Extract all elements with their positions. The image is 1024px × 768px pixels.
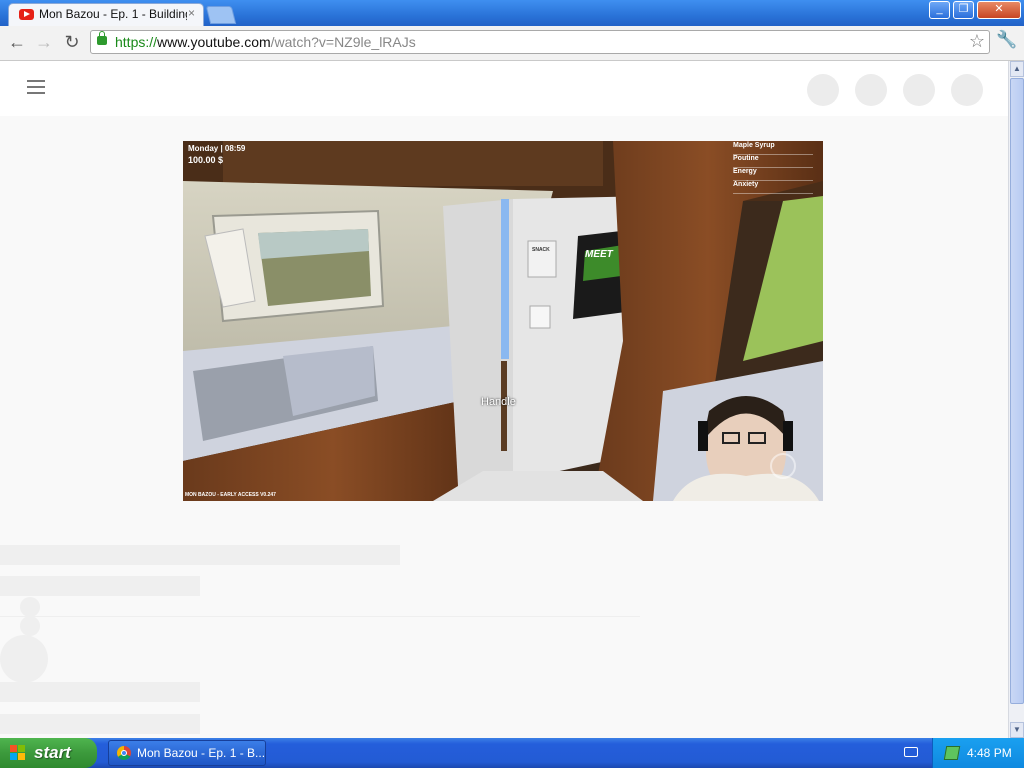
divider-skeleton bbox=[0, 616, 640, 617]
page-viewport: Monday | 08:59 100.00 $ Maple Syrup Pout… bbox=[0, 61, 1008, 738]
youtube-header bbox=[0, 61, 1008, 116]
start-button[interactable]: start bbox=[0, 738, 97, 768]
hud-money: 100.00 $ bbox=[188, 155, 224, 165]
tab-close-icon[interactable]: × bbox=[188, 6, 195, 20]
hud-stat: Anxiety bbox=[733, 181, 813, 194]
meta-skeleton bbox=[0, 576, 200, 596]
browser-toolbar: ← → ↻ https://www.youtube.com/watch?v=NZ… bbox=[0, 26, 1024, 61]
avatar-skeleton bbox=[20, 597, 40, 617]
snack-box-label: SNACK bbox=[532, 247, 550, 253]
browser-title-bar: Mon Bazou - Ep. 1 - Building ar × _ ❐ ✕ bbox=[0, 0, 1024, 26]
menu-icon[interactable] bbox=[27, 80, 45, 94]
scroll-down-arrow-icon[interactable]: ▼ bbox=[1010, 722, 1024, 738]
taskbar-item-label: Mon Bazou - Ep. 1 - B... bbox=[137, 746, 266, 760]
avatar-skeleton bbox=[20, 616, 40, 636]
description-skeleton bbox=[0, 714, 200, 734]
hud-interaction-label: Handle bbox=[481, 396, 516, 408]
new-tab-button[interactable] bbox=[205, 6, 237, 24]
video-player[interactable]: Monday | 08:59 100.00 $ Maple Syrup Pout… bbox=[183, 141, 823, 501]
video-watermark: MON BAZOU - EARLY ACCESS V0.247 bbox=[185, 492, 276, 498]
windows-flag-icon bbox=[10, 745, 26, 761]
minimize-button[interactable]: _ bbox=[929, 1, 950, 19]
hud-stats: Maple Syrup Poutine Energy Anxiety bbox=[733, 142, 813, 194]
header-placeholder-circle bbox=[903, 74, 935, 106]
video-frame bbox=[183, 141, 823, 501]
hud-day-time: Monday | 08:59 bbox=[188, 144, 246, 153]
scroll-up-arrow-icon[interactable]: ▲ bbox=[1010, 61, 1024, 77]
header-placeholder-circle bbox=[855, 74, 887, 106]
windows-taskbar: start Mon Bazou - Ep. 1 - B... 4:48 PM bbox=[0, 738, 1024, 768]
vertical-scrollbar[interactable]: ▲ ▼ bbox=[1008, 61, 1024, 738]
header-placeholder-circle bbox=[807, 74, 839, 106]
clock[interactable]: 4:48 PM bbox=[967, 746, 1012, 760]
poster-text: MEET bbox=[585, 249, 613, 260]
address-bar[interactable]: https://www.youtube.com/watch?v=NZ9le_lR… bbox=[90, 30, 990, 54]
description-skeleton bbox=[0, 682, 200, 702]
chrome-icon bbox=[117, 746, 131, 760]
hud-stat: Maple Syrup bbox=[733, 142, 813, 155]
channel-avatar-skeleton bbox=[0, 635, 48, 683]
title-skeleton bbox=[0, 545, 400, 565]
keyboard-icon[interactable] bbox=[904, 747, 918, 757]
reload-button[interactable]: ↻ bbox=[61, 31, 83, 53]
hud-stat: Poutine bbox=[733, 155, 813, 168]
scrollbar-thumb[interactable] bbox=[1010, 78, 1024, 704]
start-label: start bbox=[34, 743, 71, 762]
system-tray: 4:48 PM bbox=[932, 738, 1024, 768]
wrench-menu-icon[interactable]: 🔧 bbox=[996, 30, 1017, 50]
url-text[interactable]: https://www.youtube.com/watch?v=NZ9le_lR… bbox=[115, 34, 416, 50]
tab-title: Mon Bazou - Ep. 1 - Building ar bbox=[39, 7, 187, 21]
forward-button[interactable]: → bbox=[33, 31, 55, 53]
taskbar-item-chrome[interactable]: Mon Bazou - Ep. 1 - B... bbox=[108, 740, 266, 766]
close-window-button[interactable]: ✕ bbox=[977, 1, 1021, 19]
header-placeholder-circle bbox=[951, 74, 983, 106]
youtube-favicon-icon bbox=[19, 9, 34, 20]
back-button[interactable]: ← bbox=[6, 31, 28, 53]
maximize-button[interactable]: ❐ bbox=[953, 1, 974, 19]
bookmark-star-icon[interactable]: ☆ bbox=[969, 31, 985, 52]
lock-icon bbox=[97, 31, 107, 45]
hud-stat: Energy bbox=[733, 168, 813, 181]
browser-tab[interactable]: Mon Bazou - Ep. 1 - Building ar × bbox=[8, 3, 204, 26]
network-icon[interactable] bbox=[943, 746, 961, 760]
